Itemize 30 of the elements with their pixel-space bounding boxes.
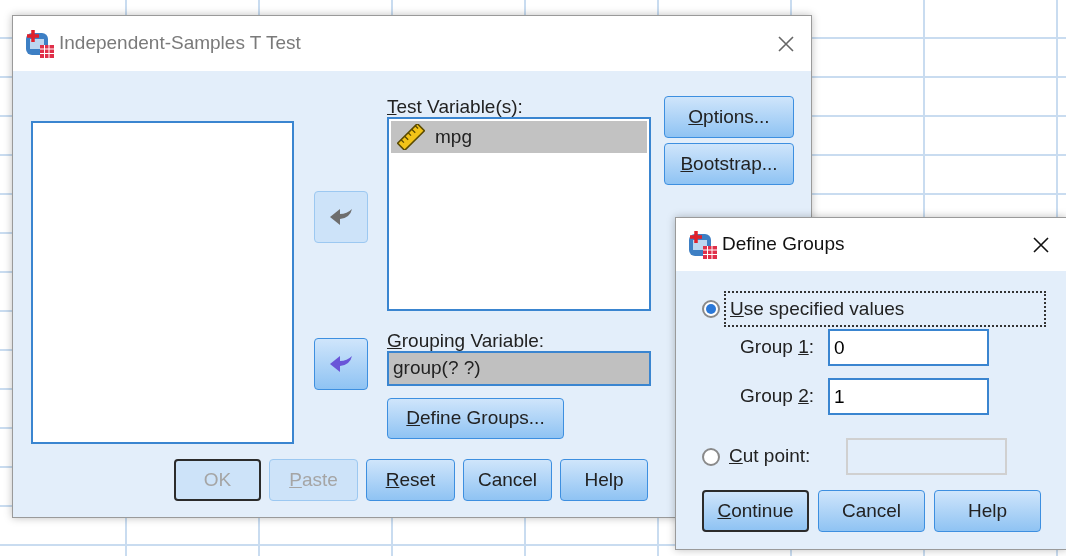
radio-label[interactable]: Cut point: — [724, 439, 842, 474]
variable-list[interactable] — [31, 121, 294, 444]
radio-button[interactable] — [702, 300, 720, 318]
test-variable-list[interactable]: mpg — [387, 117, 651, 311]
dialog-button[interactable]: Continue — [702, 490, 809, 532]
dialog-button[interactable]: Bootstrap... — [664, 143, 794, 185]
dialog-button[interactable]: Reset — [366, 459, 455, 501]
list-item[interactable]: mpg — [391, 121, 647, 153]
dialog-button[interactable]: Help — [560, 459, 648, 501]
window-title: Define Groups — [722, 232, 846, 257]
input-field[interactable]: 0 — [828, 329, 989, 366]
define-groups-button[interactable]: Define Groups... — [387, 398, 564, 439]
field-label: Group 2: — [739, 384, 815, 409]
grouping-field[interactable]: group(? ?) — [387, 351, 651, 386]
window-title: Independent-Samples T Test — [59, 31, 302, 56]
arrow-icon — [328, 207, 354, 227]
dialog-button[interactable]: Options... — [664, 96, 794, 138]
input-field[interactable]: 1 — [828, 378, 989, 415]
list-label: Test Variable(s): — [387, 95, 524, 117]
field-label: Grouping Variable: — [387, 329, 546, 351]
radio-button[interactable] — [702, 447, 720, 466]
move-button[interactable] — [314, 338, 368, 390]
arrow-icon — [328, 354, 354, 374]
radio-label[interactable]: Use specified values — [724, 290, 1046, 328]
dialog-button[interactable]: Cancel — [463, 459, 552, 501]
app-icon — [25, 28, 55, 59]
app-icon — [688, 229, 718, 260]
dialog-button[interactable]: Help — [934, 490, 1041, 532]
dialog-button[interactable]: Cancel — [818, 490, 925, 532]
field-label: Group 1: — [739, 335, 815, 360]
